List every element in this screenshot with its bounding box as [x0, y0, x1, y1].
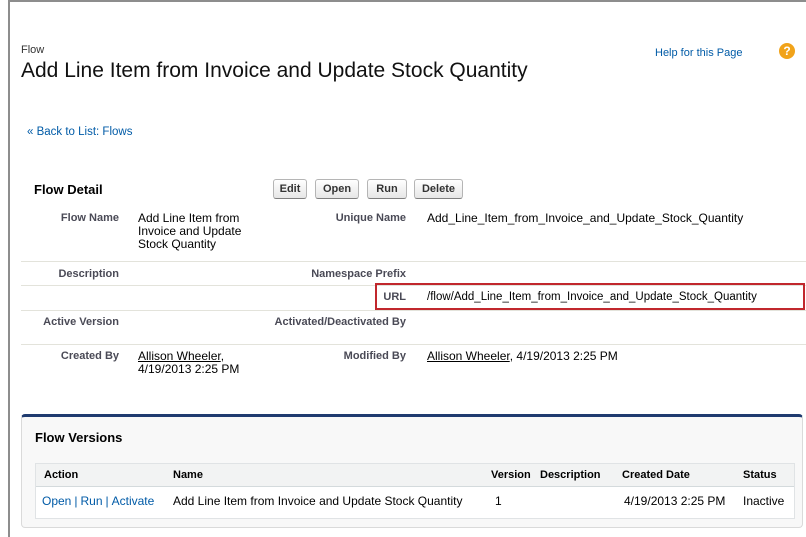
column-header-name: Name	[173, 469, 203, 481]
detail-row-divider	[21, 261, 806, 262]
page-title: Add Line Item from Invoice and Update St…	[21, 59, 528, 82]
modified-by-user-link[interactable]: Allison Wheeler	[427, 349, 510, 363]
created-by-date: 4/19/2013 2:25 PM	[138, 362, 240, 376]
column-header-status: Status	[743, 469, 777, 481]
modified-by-label: Modified By	[343, 350, 406, 362]
activated-deactivated-label: Activated/Deactivated By	[274, 316, 406, 328]
open-action-link[interactable]: Open	[42, 494, 71, 508]
edit-button[interactable]: Edit	[273, 179, 307, 199]
detail-row-divider	[21, 344, 806, 345]
row-status: Inactive	[743, 494, 785, 508]
flow-name-label: Flow Name	[60, 212, 119, 224]
flow-versions-table: Action Name Version Description Created …	[35, 463, 795, 519]
open-button[interactable]: Open	[315, 179, 359, 199]
namespace-prefix-label: Namespace Prefix	[311, 268, 406, 280]
created-by-user-link[interactable]: Allison Wheeler	[138, 349, 221, 363]
action-separator: |	[105, 494, 109, 508]
page-type-label: Flow	[21, 44, 45, 56]
url-highlight-box	[375, 283, 805, 310]
flow-name-value: Add Line Item from Invoice and Update St…	[138, 211, 242, 251]
window-left-border	[8, 0, 10, 537]
modified-by-value: Allison Wheeler, 4/19/2013 2:25 PM	[427, 350, 618, 363]
run-action-link[interactable]: Run	[80, 494, 102, 508]
column-header-version: Version	[491, 469, 531, 481]
back-to-list-link[interactable]: « Back to List: Flows	[27, 126, 132, 138]
help-icon[interactable]: ?	[779, 43, 795, 59]
window-top-border	[8, 0, 806, 2]
run-button[interactable]: Run	[367, 179, 407, 199]
created-by-value: Allison Wheeler, 4/19/2013 2:25 PM	[138, 350, 258, 376]
delete-button[interactable]: Delete	[414, 179, 463, 199]
modified-by-date: 4/19/2013 2:25 PM	[516, 349, 618, 363]
unique-name-label: Unique Name	[335, 212, 406, 224]
column-header-action: Action	[44, 469, 79, 481]
detail-row-divider	[21, 310, 806, 311]
column-header-description: Description	[540, 469, 601, 481]
row-name: Add Line Item from Invoice and Update St…	[173, 494, 463, 508]
row-version: 1	[495, 494, 502, 508]
created-by-label: Created By	[60, 350, 119, 362]
unique-name-value: Add_Line_Item_from_Invoice_and_Update_St…	[427, 211, 744, 225]
row-created-date: 4/19/2013 2:25 PM	[624, 494, 726, 508]
activate-action-link[interactable]: Activate	[112, 494, 155, 508]
row-actions: Open | Run | Activate	[42, 494, 154, 508]
table-header-row: Action Name Version Description Created …	[36, 464, 794, 487]
active-version-label: Active Version	[43, 316, 119, 328]
help-link[interactable]: Help for this Page	[655, 47, 742, 59]
created-by-separator: ,	[220, 349, 225, 363]
flow-versions-title: Flow Versions	[35, 430, 123, 445]
column-header-created-date: Created Date	[622, 469, 690, 481]
description-label: Description	[58, 268, 119, 280]
flow-detail-title: Flow Detail	[34, 182, 103, 197]
